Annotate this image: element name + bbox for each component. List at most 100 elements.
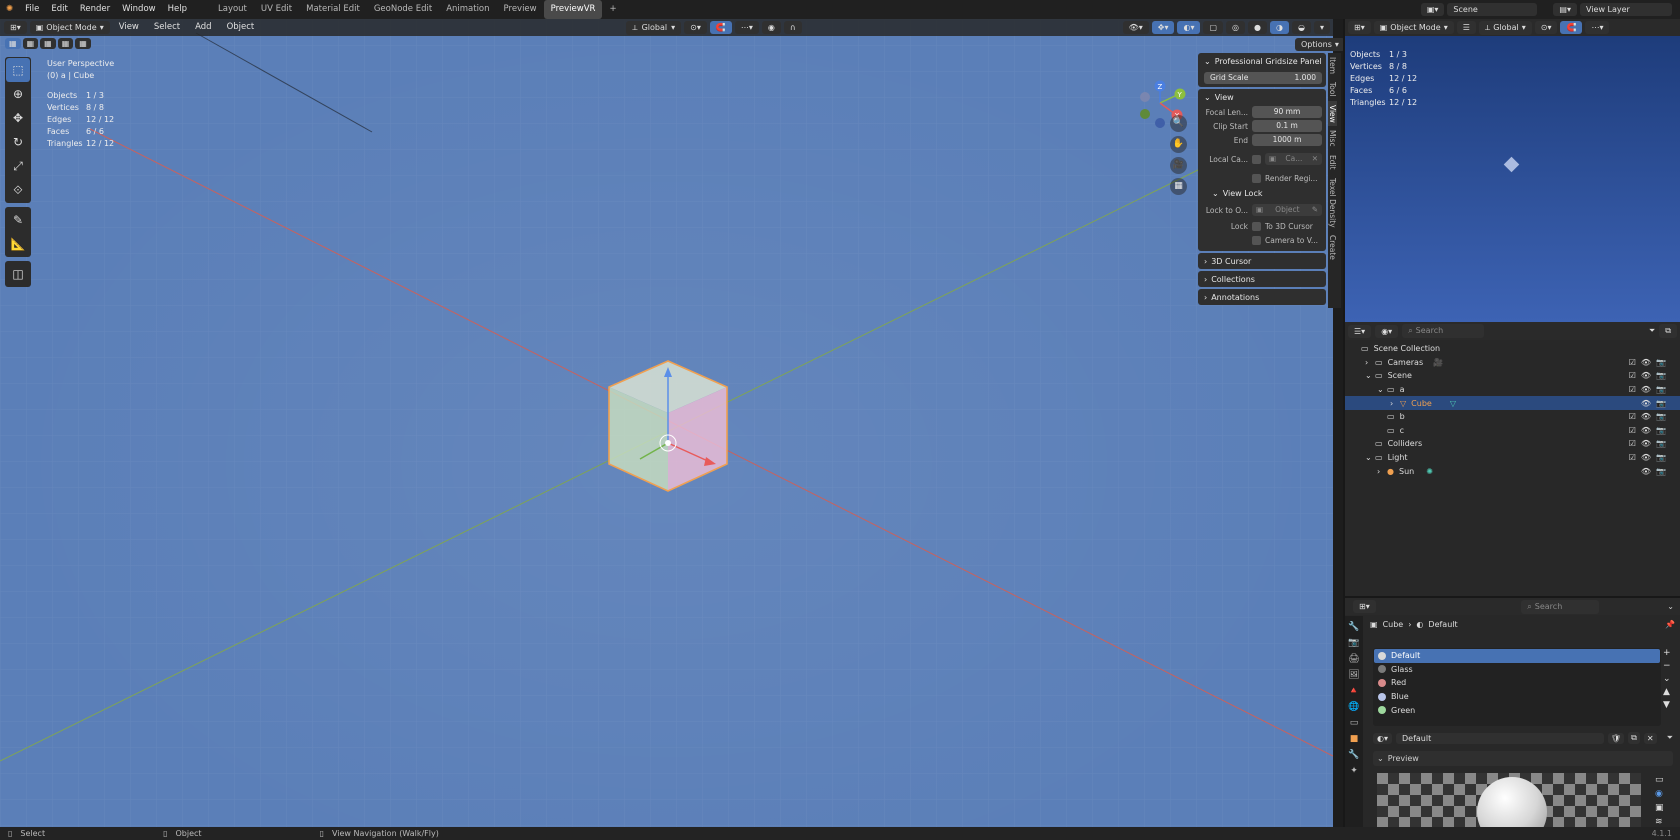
scene-settings-icon[interactable]: 🔺 xyxy=(1348,686,1359,696)
rotate-tool-icon[interactable]: ↻ xyxy=(6,130,30,154)
eye-icon[interactable]: 👁 xyxy=(1641,426,1651,435)
row-toggles[interactable]: ☑ 👁 📷 xyxy=(1629,439,1666,448)
eye-icon[interactable]: 👁 xyxy=(1641,412,1651,421)
outliner-row-cameras[interactable]: › ▭ Cameras 🎥 ☑ 👁 📷 xyxy=(1345,356,1680,370)
viewport-menu-view[interactable]: View xyxy=(113,18,145,37)
new-collection-icon[interactable]: ⧉ xyxy=(1659,324,1677,338)
preview-flat-icon[interactable]: ▭ xyxy=(1655,775,1664,785)
outliner-row-cube[interactable]: › ▽ Cube ▽ 👁 📷 xyxy=(1345,396,1680,410)
secondary-orientation[interactable]: ⟂ Global ▾ xyxy=(1478,20,1532,35)
select-invert-icon[interactable]: ▦ xyxy=(57,38,74,49)
pivot-icon[interactable]: ⊙▾ xyxy=(684,21,707,34)
outliner-row-light[interactable]: ⌄ ▭ Light ☑ 👁 📷 xyxy=(1345,451,1680,465)
select-extend-icon[interactable]: ▦ xyxy=(22,38,39,49)
camera-view-icon[interactable]: 🎥 xyxy=(1170,157,1187,174)
material-slot-blue[interactable]: Blue xyxy=(1374,690,1660,704)
tab-misc[interactable]: Misc xyxy=(1328,126,1337,151)
tab-animation[interactable]: Animation xyxy=(439,0,496,19)
cursor-tool-icon[interactable]: ⊕ xyxy=(6,82,30,106)
overlays-icon[interactable]: ◐▾ xyxy=(1177,21,1201,34)
to-cursor-checkbox[interactable] xyxy=(1252,221,1261,231)
zoom-icon[interactable]: 🔍 xyxy=(1170,115,1187,132)
outliner-row-colliders[interactable]: ▭ Colliders ☑ 👁 📷 xyxy=(1345,437,1680,451)
tab-create[interactable]: Create xyxy=(1328,231,1337,264)
add-cube-tool-icon[interactable]: ◫ xyxy=(6,262,30,286)
render-camera-icon[interactable]: 📷 xyxy=(1656,412,1666,421)
material-shading-icon[interactable]: ◑ xyxy=(1270,21,1289,34)
xray-icon[interactable]: ▢ xyxy=(1203,21,1224,34)
tab-layout[interactable]: Layout xyxy=(211,0,254,19)
material-slot-red[interactable]: Red xyxy=(1374,676,1660,690)
row-toggles[interactable]: ☑ 👁 📷 xyxy=(1629,371,1666,380)
render-camera-icon[interactable]: 📷 xyxy=(1656,453,1666,462)
display-mode-icon[interactable]: ◉▾ xyxy=(1375,324,1399,338)
local-camera-field[interactable]: ▣ Ca... ✕ xyxy=(1265,153,1322,165)
outliner-row-scene-collection[interactable]: ▭ Scene Collection xyxy=(1345,342,1680,356)
snap-target-icon[interactable]: ⋯▾ xyxy=(1585,21,1610,34)
material-slot-default[interactable]: Default xyxy=(1374,649,1660,663)
render-settings-icon[interactable]: 📷 xyxy=(1348,638,1359,648)
view-lock-header[interactable]: ⌄ View Lock xyxy=(1198,185,1326,201)
mode-selector[interactable]: ▣ Object Mode ▾ xyxy=(29,21,110,34)
annotate-tool-icon[interactable]: ✎ xyxy=(6,208,30,232)
cursor-panel-header[interactable]: › 3D Cursor xyxy=(1198,253,1326,269)
secondary-mode-selector[interactable]: ▣ Object Mode ▾ xyxy=(1373,21,1454,34)
editor-type-icon[interactable]: ⊞▾ xyxy=(1348,21,1371,34)
shading-options-icon[interactable]: ▾ xyxy=(1313,21,1330,34)
move-up-icon[interactable]: ▲ xyxy=(1663,687,1671,697)
duplicate-material-icon[interactable]: ⧉ xyxy=(1628,732,1640,744)
checkbox-icon[interactable]: ☑ xyxy=(1629,426,1636,435)
menu-window[interactable]: Window xyxy=(116,0,162,19)
blender-logo-icon[interactable]: ✺ xyxy=(0,0,19,19)
outliner-row-scene[interactable]: ⌄ ▭ Scene ☑ 👁 📷 xyxy=(1345,369,1680,383)
row-toggles[interactable]: 👁 📷 xyxy=(1641,467,1666,476)
pivot-icon[interactable]: ⊙▾ xyxy=(1534,21,1558,34)
outliner-row-sun[interactable]: › ● Sun ✺ 👁 📷 xyxy=(1345,464,1680,478)
falloff-icon[interactable]: ∩ xyxy=(783,21,802,34)
fake-user-icon[interactable]: 🛡 xyxy=(1608,732,1625,744)
visibility-icon[interactable]: 👁▾ xyxy=(1122,21,1149,34)
render-camera-icon[interactable]: 📷 xyxy=(1656,439,1666,448)
render-camera-icon[interactable]: 📷 xyxy=(1656,385,1666,394)
move-tool-icon[interactable]: ✥ xyxy=(6,106,30,130)
view-layer-settings-icon[interactable]: 🖼 xyxy=(1348,670,1359,680)
gizmo-toggle-icon[interactable]: ✥▾ xyxy=(1151,21,1175,34)
tab-item[interactable]: Item xyxy=(1328,53,1337,78)
proportional-edit-icon[interactable]: ◉ xyxy=(761,21,781,34)
tool-settings-icon[interactable]: 🔧 xyxy=(1348,622,1359,632)
properties-search[interactable]: ⌕ Search xyxy=(1521,599,1600,614)
menu-help[interactable]: Help xyxy=(162,0,193,19)
measure-tool-icon[interactable]: 📐 xyxy=(6,232,30,256)
eye-icon[interactable]: 👁 xyxy=(1641,467,1651,476)
row-toggles[interactable]: ☑ 👁 📷 xyxy=(1629,453,1666,462)
render-camera-icon[interactable]: 📷 xyxy=(1656,426,1666,435)
tab-geonode-edit[interactable]: GeoNode Edit xyxy=(367,0,439,19)
snap-icon[interactable]: 🧲 xyxy=(1560,21,1583,34)
outliner-editor-icon[interactable]: ☰▾ xyxy=(1348,324,1372,338)
view-layer-field[interactable]: View Layer xyxy=(1580,3,1672,16)
viewport-menu-object[interactable]: Object xyxy=(221,18,261,37)
tab-material-edit[interactable]: Material Edit xyxy=(299,0,367,19)
collection-settings-icon[interactable]: ▭ xyxy=(1350,718,1359,728)
eyedropper-icon[interactable]: ✎ xyxy=(1312,204,1318,216)
render-camera-icon[interactable]: 📷 xyxy=(1656,399,1666,408)
perspective-toggle-icon[interactable]: ▦ xyxy=(1170,178,1187,195)
modifier-settings-icon[interactable]: 🔧 xyxy=(1348,750,1359,760)
filter-icon[interactable]: ⏷ xyxy=(1649,326,1655,336)
chevron-down-icon[interactable]: ⌄ xyxy=(1667,602,1674,611)
world-settings-icon[interactable]: 🌐 xyxy=(1348,702,1359,712)
particles-settings-icon[interactable]: ✦ xyxy=(1350,766,1358,776)
local-camera-checkbox[interactable] xyxy=(1252,154,1261,164)
add-slot-icon[interactable]: + xyxy=(1663,648,1671,658)
material-name-field[interactable]: Default xyxy=(1396,732,1605,744)
lock-to-object-field[interactable]: ▣ Object ✎ xyxy=(1252,204,1322,216)
checkbox-icon[interactable]: ☑ xyxy=(1629,412,1636,421)
focal-length-field[interactable]: 90 mm xyxy=(1252,106,1322,118)
gridsize-panel-header[interactable]: ⌄ Professional Gridsize Panel xyxy=(1198,53,1326,69)
clip-end-field[interactable]: 1000 m xyxy=(1252,134,1322,146)
scale-tool-icon[interactable]: ⤢ xyxy=(6,154,30,178)
preview-hair-icon[interactable]: ≋ xyxy=(1655,817,1664,827)
row-toggles[interactable]: ☑ 👁 📷 xyxy=(1629,385,1666,394)
snap-target-icon[interactable]: ⋯▾ xyxy=(734,21,759,34)
node-filter-icon[interactable]: ⏷ xyxy=(1667,733,1673,743)
